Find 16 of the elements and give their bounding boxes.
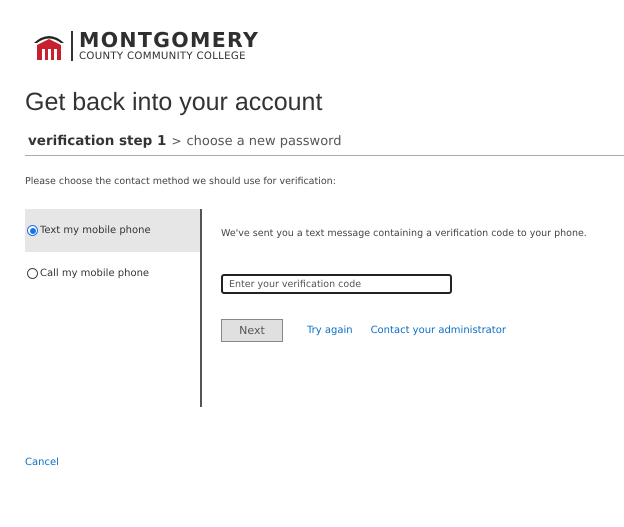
verification-code-field[interactable]: Enter your verification code: [221, 274, 452, 294]
instruction-text: Please choose the contact method we should use for verification:: [25, 176, 337, 187]
cancel-link[interactable]: Cancel: [25, 457, 624, 468]
message-text: We've sent you a text message containing a verification code to your phone.: [221, 228, 587, 239]
page-title: Get back into your account: [25, 88, 324, 117]
contact-method-option[interactable]: Call my mobile phone: [25, 252, 200, 295]
breadcrumb-separator: >: [171, 134, 182, 148]
radio-button[interactable]: [27, 225, 38, 236]
link[interactable]: Contact your administrator: [370, 325, 506, 336]
college-name: MONTGOMERY: [79, 29, 260, 51]
college-subtitle: COUNTY COMMUNITY COLLEGE: [79, 51, 247, 63]
contact-method-option[interactable]: Text my mobile phone: [25, 209, 200, 252]
radio-button[interactable]: [27, 268, 38, 279]
breadcrumb-step: verification step 1: [28, 133, 166, 149]
breadcrumb-step: choose a new password: [186, 134, 342, 149]
link[interactable]: Try again: [307, 325, 353, 336]
